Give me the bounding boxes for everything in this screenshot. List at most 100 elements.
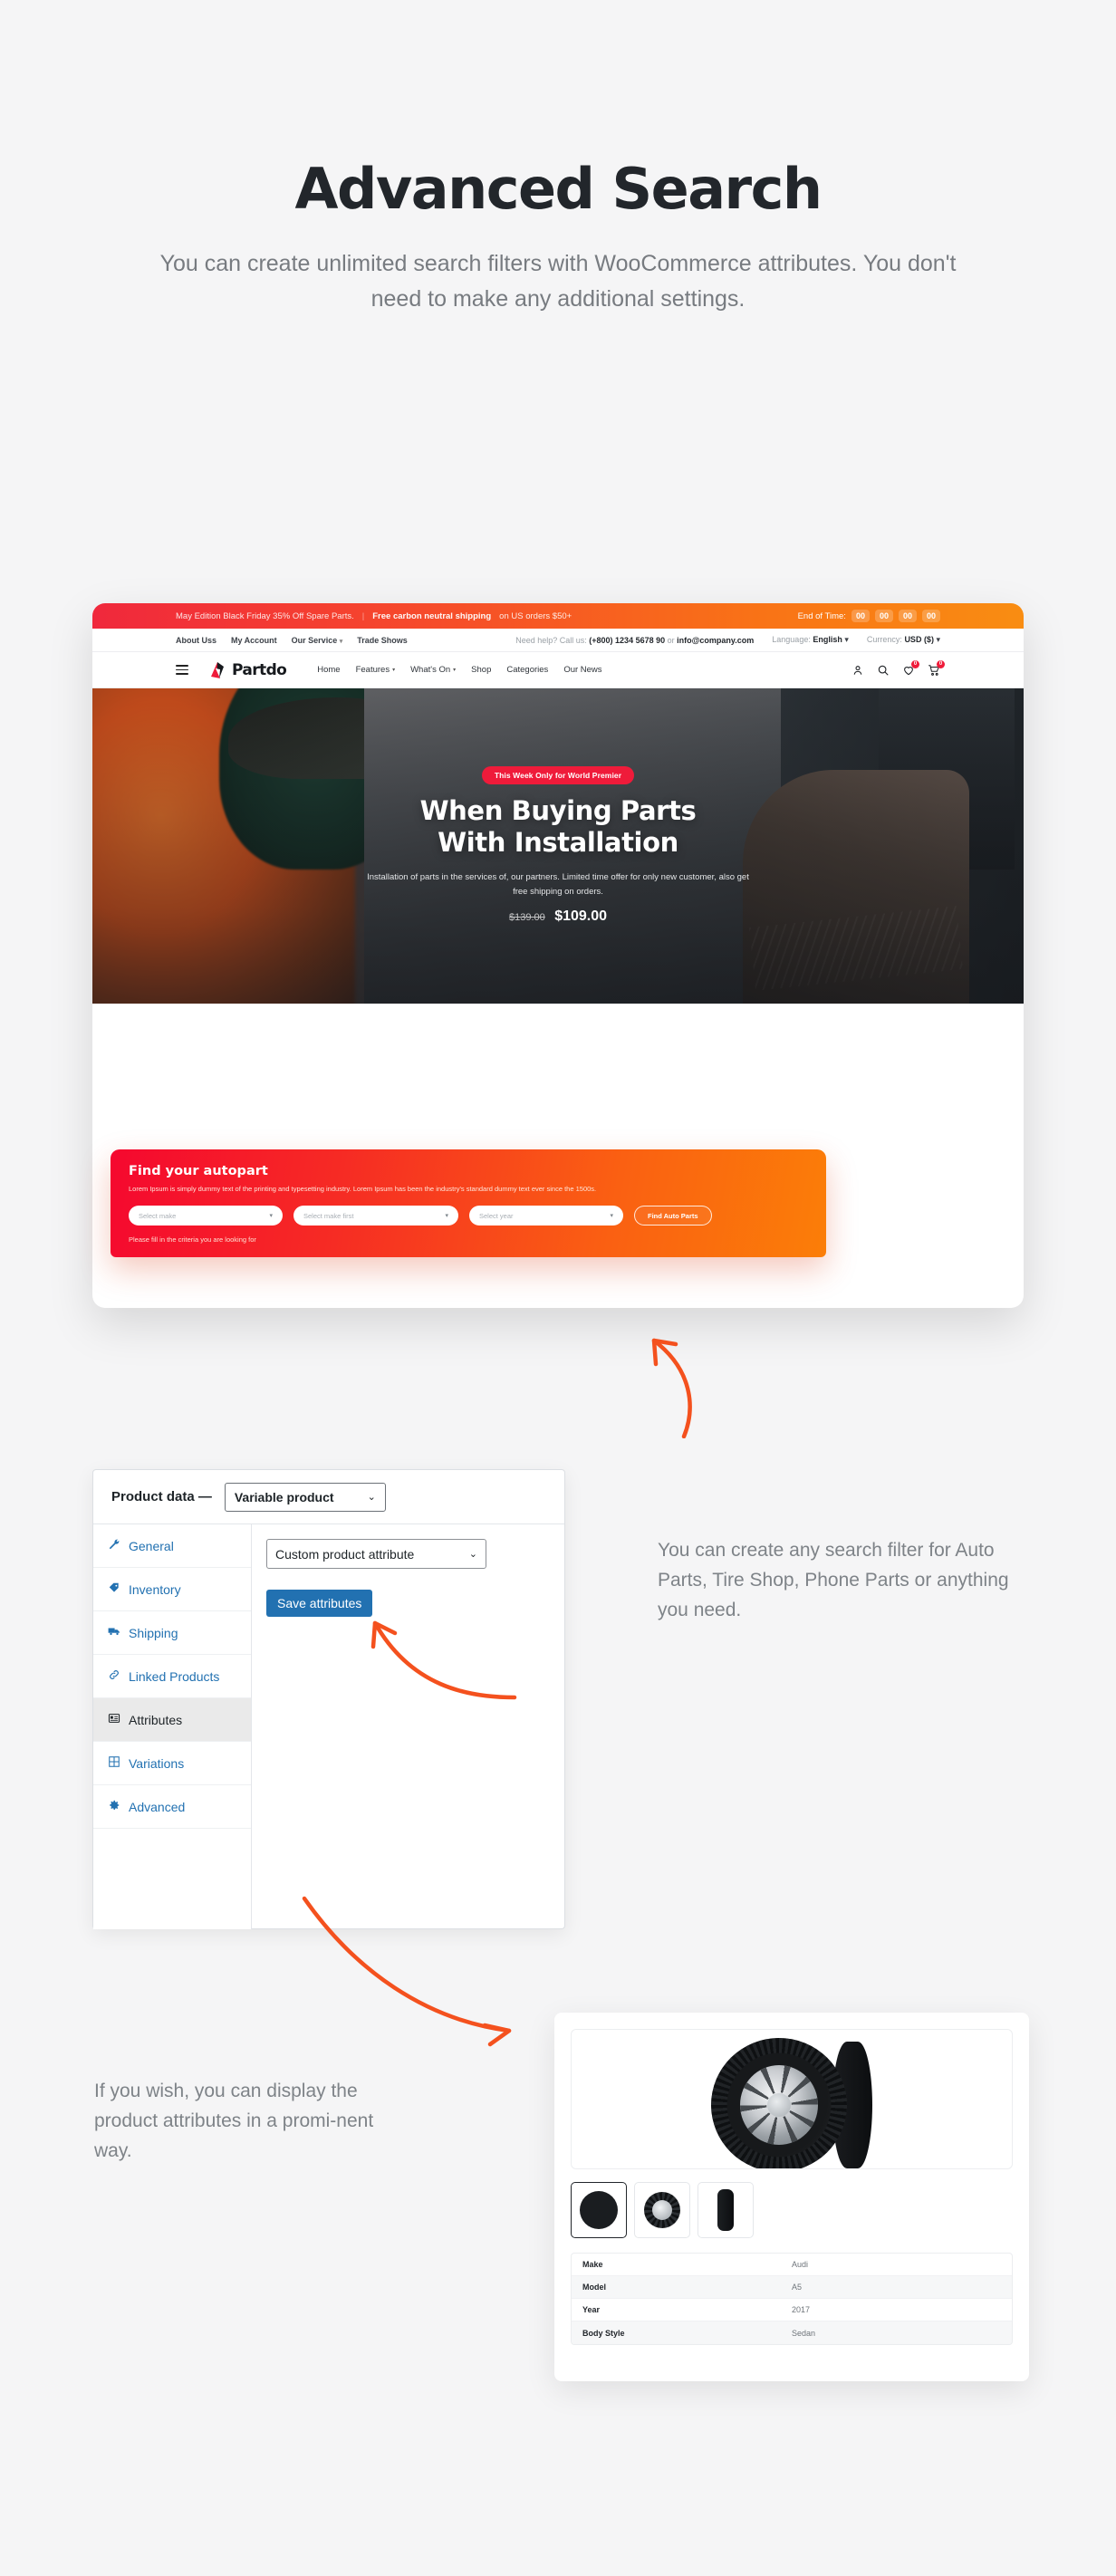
tab-linked-products[interactable]: Linked Products	[93, 1655, 251, 1698]
select-year-dropdown[interactable]: Select year ▾	[469, 1206, 623, 1226]
product-type-select[interactable]: Variable product ⌄	[224, 1482, 386, 1512]
search-icon[interactable]	[877, 664, 890, 677]
utility-link-trade-shows[interactable]: Trade Shows	[357, 636, 408, 645]
tab-attributes-label: Attributes	[129, 1712, 183, 1727]
nav-link-list: Home Features ▾ What's On ▾ Shop Categorie…	[317, 665, 601, 675]
product-data-header: Product data — Variable product ⌄	[93, 1470, 564, 1524]
find-auto-parts-button[interactable]: Find Auto Parts	[634, 1206, 712, 1226]
topbar-promo: May Edition Black Friday 35% Off Spare P…	[176, 611, 572, 621]
tire-wheel-icon	[644, 2192, 680, 2228]
partdo-logo-icon	[208, 661, 226, 679]
tab-advanced[interactable]: Advanced	[93, 1785, 251, 1829]
help-contact: Need help? Call us: (+800) 1234 5678 90 …	[515, 636, 754, 645]
hero-title-line-1: When Buying Parts	[419, 795, 697, 826]
select-make-value: Select make	[139, 1211, 177, 1220]
promo-tail-text: on US orders $50+	[499, 610, 572, 621]
gear-icon	[108, 1799, 120, 1814]
hero-price: $139.00 $109.00	[92, 908, 1024, 925]
find-autopart-search-box: Find your autopart Lorem Ipsum is simply…	[111, 1149, 826, 1257]
select-make-dropdown[interactable]: Select make ▾	[129, 1206, 283, 1226]
product-thumbnail-1[interactable]	[571, 2182, 627, 2238]
table-row: Body Style Sedan	[572, 2321, 1012, 2344]
utility-link-our-service[interactable]: Our Service ▾	[292, 636, 343, 645]
tire-side-icon	[717, 2189, 734, 2231]
chevron-down-icon: ▾	[610, 1213, 613, 1220]
wishlist-icon[interactable]: 0	[902, 659, 919, 677]
help-email[interactable]: info@company.com	[677, 636, 754, 645]
language-label: Language:	[772, 635, 811, 644]
attribute-type-select[interactable]: Custom product attribute ⌄	[266, 1539, 486, 1569]
save-attributes-button[interactable]: Save attributes	[266, 1590, 373, 1617]
truck-icon	[108, 1625, 120, 1640]
cart-icon[interactable]: 0	[928, 659, 945, 677]
currency-switcher[interactable]: Currency: USD ($) ▾	[867, 635, 940, 645]
tab-inventory[interactable]: Inventory	[93, 1568, 251, 1611]
utility-link-our-service-label: Our Service	[291, 635, 338, 645]
language-value: English	[813, 635, 842, 644]
currency-value: USD ($)	[904, 635, 934, 644]
attribute-value: 2017	[792, 2305, 811, 2314]
tab-variations[interactable]: Variations	[93, 1742, 251, 1785]
attribute-key: Body Style	[582, 2328, 625, 2338]
product-main-image	[571, 2029, 1013, 2169]
list-icon	[108, 1712, 120, 1727]
chevron-down-icon: ▾	[392, 668, 396, 673]
hero-title-line-2: With Installation	[438, 827, 678, 859]
select-model-dropdown[interactable]: Select make first ▾	[293, 1206, 458, 1226]
currency-label: Currency:	[866, 635, 902, 644]
user-account-icon[interactable]	[851, 664, 864, 677]
nav-link-whats-on-label: What's On	[410, 665, 451, 675]
chevron-down-icon: ⌄	[468, 1549, 477, 1560]
product-preview-card: Make Audi Model A5 Year 2017 Body Style …	[554, 2013, 1029, 2381]
wrench-icon	[108, 1538, 120, 1553]
select-model-value: Select make first	[303, 1211, 354, 1220]
nav-link-categories[interactable]: Categories	[506, 665, 548, 675]
chevron-down-icon: ▾	[453, 668, 457, 673]
countdown-minutes: 00	[898, 610, 917, 622]
hero-badge: This Week Only for World Premier	[481, 766, 635, 784]
link-icon	[108, 1668, 120, 1684]
tag-icon	[108, 1581, 120, 1597]
tab-advanced-label: Advanced	[129, 1799, 186, 1814]
woocommerce-product-data-panel: Product data — Variable product ⌄ Genera…	[92, 1469, 565, 1929]
attribute-key: Make	[582, 2260, 603, 2269]
nav-link-home[interactable]: Home	[317, 665, 340, 675]
product-data-label: Product data —	[111, 1489, 212, 1504]
grid-icon	[108, 1755, 120, 1771]
attribute-value: Sedan	[792, 2328, 816, 2338]
tab-shipping[interactable]: Shipping	[93, 1611, 251, 1655]
countdown-seconds: 00	[921, 610, 940, 622]
annotation-right-copy: You can create any search filter for Aut…	[658, 1540, 1009, 1621]
chevron-down-icon: ▾	[269, 1213, 273, 1220]
annotation-left-copy: If you wish, you can display the product…	[94, 2081, 374, 2162]
tab-attributes[interactable]: Attributes	[93, 1698, 251, 1742]
tab-general[interactable]: General	[93, 1524, 251, 1568]
promo-bold-text: Free carbon neutral shipping	[372, 610, 492, 621]
promo-divider: |	[361, 610, 365, 621]
product-thumbnail-2[interactable]	[634, 2182, 690, 2238]
countdown-label: End of Time:	[797, 610, 846, 621]
language-switcher[interactable]: Language: English ▾	[772, 635, 849, 645]
hero-price-new: $109.00	[554, 908, 608, 925]
help-phone[interactable]: (+800) 1234 5678 90	[589, 636, 665, 645]
arrow-to-findbox	[598, 1321, 707, 1443]
chevron-down-icon: ▾	[445, 1213, 448, 1220]
nav-link-whats-on[interactable]: What's On ▾	[410, 665, 456, 675]
chevron-down-icon: ⌄	[367, 1492, 376, 1503]
site-utility-bar: About Uss My Account Our Service ▾ Trade…	[92, 629, 1024, 652]
tab-inventory-label: Inventory	[129, 1581, 181, 1597]
nav-link-our-news[interactable]: Our News	[563, 665, 601, 675]
hamburger-menu-icon[interactable]	[176, 665, 188, 675]
page-title: Advanced Search	[294, 156, 823, 222]
nav-link-features[interactable]: Features ▾	[356, 665, 396, 675]
utility-link-my-account[interactable]: My Account	[231, 636, 277, 645]
utility-link-about[interactable]: About Uss	[176, 636, 216, 645]
brand-logo[interactable]: Partdo	[208, 661, 287, 679]
promo-main-text: May Edition Black Friday 35% Off Spare P…	[176, 610, 354, 621]
product-thumbnail-3[interactable]	[698, 2182, 754, 2238]
tire-front-icon	[580, 2191, 618, 2229]
nav-link-shop[interactable]: Shop	[471, 665, 491, 675]
attribute-key: Model	[582, 2283, 606, 2292]
tab-shipping-label: Shipping	[129, 1625, 178, 1640]
attribute-key: Year	[582, 2305, 601, 2314]
